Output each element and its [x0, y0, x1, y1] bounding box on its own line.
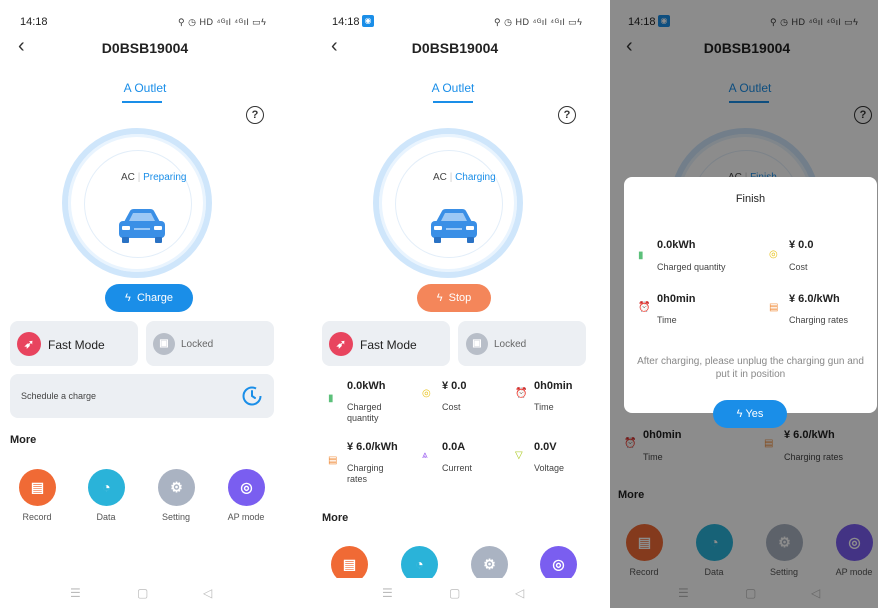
setting-icon[interactable]: ⚙	[158, 469, 195, 506]
nav-home-icon[interactable]: ▢	[449, 586, 460, 600]
app-notification-icon: ◉	[362, 15, 374, 27]
dialog-cost-label: Cost	[789, 262, 808, 272]
dialog-cost-value: ¥ 0.0	[789, 239, 814, 251]
rate-icon: ▤	[328, 455, 338, 466]
tab-a-outlet[interactable]: A Outlet	[105, 81, 185, 95]
charge-button-label: Charge	[136, 292, 174, 304]
back-icon[interactable]: ‹	[331, 36, 338, 56]
charged-quantity-value: 0.0kWh	[347, 380, 386, 392]
stop-button-label: Stop	[448, 292, 472, 304]
voltage-icon: ▽	[515, 450, 523, 461]
bolt-icon: ϟ	[124, 292, 131, 304]
device-title: D0BSB19004	[411, 40, 499, 56]
rocket-icon: ➶	[17, 332, 41, 356]
charging-rates-label: Charging rates	[347, 463, 384, 484]
help-icon[interactable]: ?	[558, 106, 576, 124]
rate-icon: ▤	[769, 302, 779, 313]
cost-label: Cost	[442, 402, 461, 412]
dialog-rate-value: ¥ 6.0/kWh	[789, 293, 840, 305]
charge-state: AC | Charging	[433, 172, 496, 183]
voltage-label: Voltage	[534, 463, 565, 473]
dialog-title: Finish	[735, 193, 766, 205]
charged-quantity-label: Charged quantity	[347, 402, 382, 423]
rocket-icon: ➶	[329, 332, 353, 356]
nav-back-icon[interactable]: ◁	[515, 586, 524, 600]
data-label: Data	[96, 512, 116, 522]
bolt-icon: ϟ	[736, 408, 743, 420]
screen-finish: 14:18 ◉ ⚲ ◷ HD ⁴ᴳıl ⁴ᴳıl ▭ϟ ‹ D0BSB19004…	[610, 0, 878, 608]
clock-icon: ⏰	[638, 302, 651, 313]
ap-mode-label: AP mode	[227, 512, 265, 522]
tab-indicator	[433, 101, 473, 103]
voltage-value: 0.0V	[534, 441, 557, 453]
dialog-charged-label: Charged quantity	[657, 262, 726, 272]
status-time: 14:18	[332, 16, 360, 28]
back-icon[interactable]: ‹	[18, 36, 25, 56]
dialog-time-value: 0h0min	[657, 293, 696, 305]
dialog-charged-value: 0.0kWh	[657, 239, 696, 251]
data-icon[interactable]: ◔	[88, 469, 125, 506]
dialog-message: After charging, please unplug the chargi…	[637, 356, 864, 380]
charging-rates-value: ¥ 6.0/kWh	[347, 441, 398, 453]
status-time: 14:18	[20, 16, 48, 28]
device-title: D0BSB19004	[101, 40, 189, 56]
charge-button[interactable]: ϟ Charge	[105, 284, 193, 312]
bolt-icon: ϟ	[436, 292, 443, 304]
tab-a-outlet[interactable]: A Outlet	[413, 81, 493, 95]
tab-indicator	[122, 101, 162, 103]
battery-icon: ▮	[328, 393, 334, 404]
nav-menu-icon[interactable]: ☰	[70, 586, 81, 600]
coin-icon: ◎	[422, 388, 431, 399]
yes-button-label: Yes	[745, 408, 764, 420]
cost-value: ¥ 0.0	[442, 380, 467, 392]
charge-state: AC | Preparing	[121, 172, 187, 183]
time-label: Time	[534, 402, 554, 412]
dialog-time-label: Time	[657, 315, 677, 325]
nav-home-icon[interactable]: ▢	[137, 586, 148, 600]
time-value: 0h0min	[534, 380, 573, 392]
battery-icon: ▮	[638, 250, 644, 261]
help-icon[interactable]: ?	[246, 106, 264, 124]
current-label: Current	[442, 463, 473, 473]
schedule-label: Schedule a charge	[21, 391, 97, 401]
record-icon[interactable]: ▤	[19, 469, 56, 506]
stop-button[interactable]: ϟ Stop	[417, 284, 491, 312]
car-icon	[119, 209, 165, 243]
more-heading: More	[322, 512, 349, 524]
nav-menu-icon[interactable]: ☰	[382, 586, 393, 600]
screen-preparing: 14:18 ⚲ ◷ HD ⁴ᴳıl ⁴ᴳıl ▭ϟ ‹ D0BSB19004 A…	[0, 0, 290, 608]
screen-charging: 14:18 ◉ ⚲ ◷ HD ⁴ᴳıl ⁴ᴳıl ▭ϟ ‹ D0BSB19004…	[314, 0, 604, 608]
ac-label: AC	[433, 172, 447, 183]
clock-icon: ⏰	[515, 388, 528, 399]
current-value: 0.0A	[442, 441, 466, 453]
state-label: Preparing	[143, 172, 187, 183]
fast-mode-label: Fast Mode	[360, 338, 417, 352]
more-heading: More	[10, 434, 37, 446]
dialog-rate-label: Charging rates	[789, 315, 849, 325]
record-label: Record	[22, 512, 52, 522]
nav-back-icon[interactable]: ◁	[203, 586, 212, 600]
current-icon: ⩓	[422, 450, 428, 461]
car-icon	[431, 209, 477, 243]
yes-button[interactable]: ϟ Yes	[713, 400, 787, 428]
ac-label: AC	[121, 172, 135, 183]
status-icons: ⚲ ◷ HD ⁴ᴳıl ⁴ᴳıl ▭ϟ	[494, 17, 583, 27]
locked-label: Locked	[181, 339, 214, 350]
locked-label: Locked	[494, 339, 527, 350]
ap-mode-icon[interactable]: ◎	[228, 469, 265, 506]
lock-icon: ▣	[466, 333, 488, 355]
state-label: Charging	[455, 172, 496, 183]
lock-icon: ▣	[153, 333, 175, 355]
setting-label: Setting	[161, 512, 191, 522]
coin-icon: ◎	[769, 249, 778, 260]
timer-icon	[242, 386, 262, 406]
fast-mode-label: Fast Mode	[48, 338, 105, 352]
status-icons: ⚲ ◷ HD ⁴ᴳıl ⁴ᴳıl ▭ϟ	[178, 17, 267, 27]
